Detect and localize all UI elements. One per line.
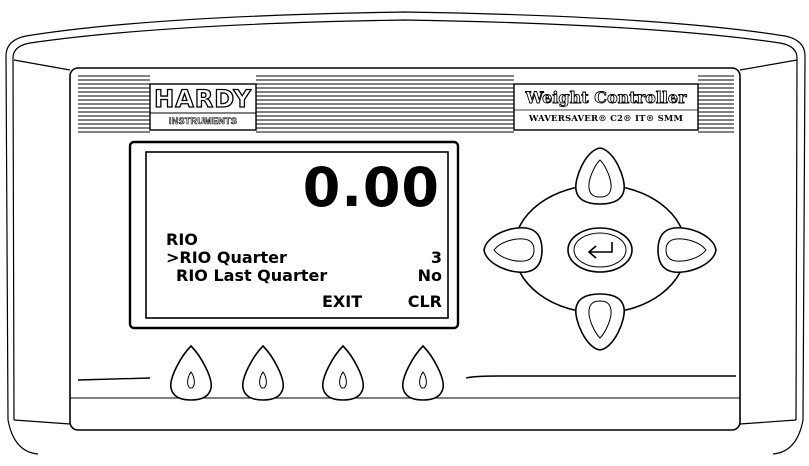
menu-row-value: No: [417, 266, 442, 285]
softkey-2-button[interactable]: [242, 346, 284, 402]
hardy-logo: HARDY: [153, 85, 252, 113]
menu-row-label: RIO Last Quarter: [176, 266, 328, 285]
menu-row-label: >RIO Quarter: [166, 248, 287, 267]
softkey-1-button[interactable]: [170, 346, 212, 402]
softkey-label-clr: CLR: [407, 292, 442, 311]
softkey-3-button[interactable]: [322, 346, 364, 402]
nav-down-button[interactable]: [574, 292, 626, 350]
nav-right-button[interactable]: [656, 226, 716, 274]
menu-row-value: 3: [430, 248, 442, 267]
menu-title: RIO: [166, 230, 198, 249]
softkey-4-button[interactable]: [402, 346, 444, 402]
nav-up-button[interactable]: [574, 148, 626, 206]
weight-readout: 0.00: [302, 156, 440, 219]
product-title: Weight Controller: [525, 88, 687, 108]
enter-button[interactable]: [568, 228, 632, 272]
softkey-label-exit: EXIT: [322, 292, 363, 311]
nav-left-button[interactable]: [484, 226, 544, 274]
product-models: WAVERSAVER® C2® IT® SMM: [528, 114, 684, 124]
hardy-logo-subtitle: INSTRUMENTS: [168, 116, 238, 127]
